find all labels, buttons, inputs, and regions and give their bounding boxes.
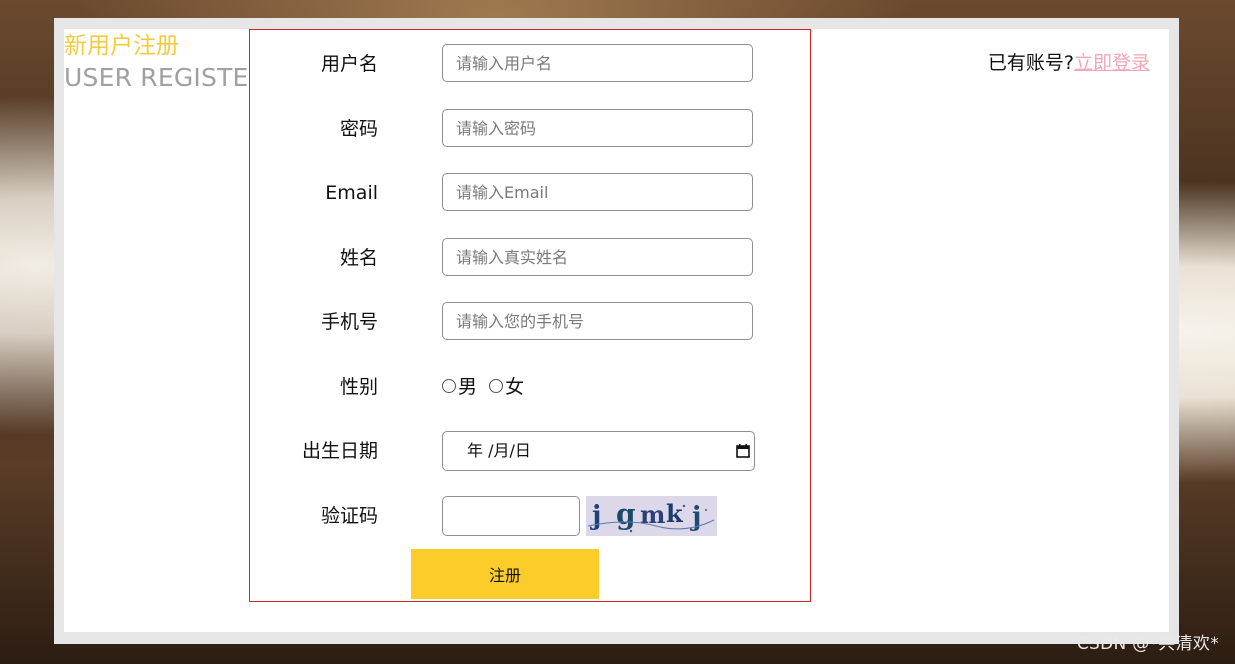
- password-input[interactable]: [442, 109, 753, 147]
- birthday-date-value: 年 /月/日: [467, 441, 531, 460]
- gender-option-male[interactable]: 男: [442, 376, 477, 398]
- captcha-graphic: j g m k j: [586, 496, 717, 536]
- page-title-block: 新用户注册 USER REGISTER: [64, 31, 266, 95]
- login-prompt-text: 已有账号?: [987, 52, 1074, 74]
- captcha-char-1: j: [590, 501, 601, 531]
- captcha-char-3: m: [640, 500, 665, 529]
- name-row: 姓名: [250, 238, 810, 278]
- register-submit-button[interactable]: 注册: [411, 549, 599, 599]
- captcha-image[interactable]: j g m k j: [586, 496, 717, 536]
- gender-option-female[interactable]: 女: [489, 376, 524, 398]
- page-title-cn: 新用户注册: [64, 33, 179, 59]
- gender-radio-group: 男 女: [442, 367, 530, 407]
- gender-female-label: 女: [505, 376, 525, 398]
- captcha-label: 验证码: [320, 505, 378, 527]
- username-row: 用户名: [250, 44, 810, 84]
- captcha-char-2: g: [616, 498, 636, 531]
- phone-label: 手机号: [320, 311, 378, 333]
- name-label: 姓名: [339, 247, 378, 269]
- radio-male[interactable]: [442, 379, 456, 393]
- gender-row: 性别 男 女: [250, 367, 810, 407]
- password-label: 密码: [339, 118, 378, 140]
- register-form: 用户名 密码 Email 姓名 手机号 性别 男 女 出生日期 年 /月/日: [249, 29, 811, 602]
- birthday-row: 出生日期 年 /月/日: [250, 431, 810, 471]
- captcha-input[interactable]: [442, 496, 580, 536]
- name-input[interactable]: [442, 238, 753, 276]
- phone-input[interactable]: [442, 302, 753, 340]
- captcha-char-4: k: [666, 499, 684, 528]
- username-input[interactable]: [442, 44, 753, 82]
- watermark: CSDN @*共清欢*: [1076, 634, 1219, 654]
- calendar-icon[interactable]: [736, 444, 750, 458]
- birthday-label: 出生日期: [301, 440, 378, 462]
- password-row: 密码: [250, 109, 810, 149]
- gender-label: 性别: [339, 376, 378, 398]
- login-link[interactable]: 立即登录: [1074, 52, 1150, 74]
- birthday-date-input[interactable]: 年 /月/日: [442, 431, 755, 471]
- email-input[interactable]: [442, 173, 753, 211]
- email-label: Email: [325, 182, 378, 204]
- email-row: Email: [250, 173, 810, 213]
- radio-female[interactable]: [489, 379, 504, 393]
- username-label: 用户名: [320, 53, 378, 75]
- captcha-row: 验证码 j g m k j: [250, 496, 810, 536]
- phone-row: 手机号: [250, 302, 810, 342]
- gender-male-label: 男: [458, 376, 478, 398]
- login-prompt: 已有账号?立即登录: [988, 48, 1150, 75]
- page-title-en: USER REGISTER: [64, 63, 267, 92]
